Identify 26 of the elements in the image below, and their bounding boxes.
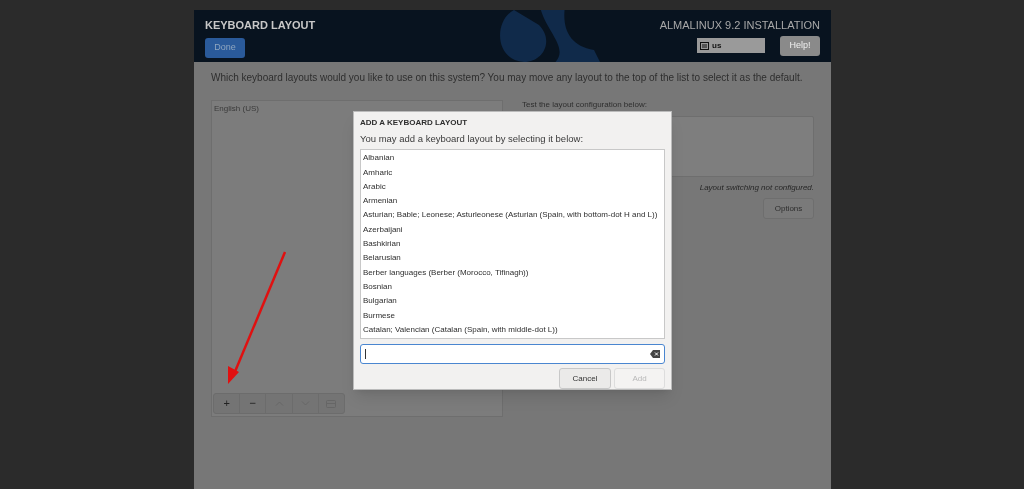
- layout-option[interactable]: Belarusian: [363, 251, 662, 266]
- dialog-title: ADD A KEYBOARD LAYOUT: [360, 117, 469, 129]
- layout-option[interactable]: Asturian; Bable; Leonese; Asturleonese (Asturian (Spain, with bottom-dot H and L)): [363, 208, 662, 223]
- layout-option[interactable]: Bulgarian: [363, 294, 662, 309]
- test-label: Test the layout configuration below:: [522, 100, 648, 110]
- layout-option[interactable]: Armenian: [363, 194, 662, 209]
- layout-option[interactable]: Burmese: [363, 308, 662, 323]
- layout-option[interactable]: Bashkirian: [363, 237, 662, 252]
- layout-option[interactable]: Azerbaijani: [363, 222, 662, 238]
- layout-option[interactable]: Arabic: [363, 179, 662, 195]
- screen-title: KEYBOARD LAYOUT: [205, 18, 316, 33]
- layout-code: us: [712, 39, 722, 52]
- layout-option[interactable]: Catalan; Valencian (Catalan (Spain, with middle-dot L)): [363, 322, 662, 338]
- layout-option[interactable]: Bosnian: [363, 279, 662, 295]
- keyboard-icon: [700, 41, 709, 50]
- keyboard-layout-indicator[interactable]: us: [697, 38, 765, 53]
- layout-option[interactable]: Amharic: [363, 165, 662, 180]
- search-field[interactable]: [360, 344, 665, 364]
- layout-option[interactable]: Albanian: [363, 151, 662, 166]
- instruction-text: Which keyboard layouts would you like to use on this system? You may move any layout to the top of the list to select it as the default.: [211, 71, 804, 85]
- switching-note: Layout switching not configured.: [699, 182, 814, 194]
- clear-icon[interactable]: [650, 350, 660, 359]
- cancel-button[interactable]: Cancel: [559, 368, 611, 389]
- dialog-subtitle: You may add a keyboard layout by selecting it below:: [360, 132, 585, 146]
- layout-option[interactable]: Berber languages (Berber (Morocco, Tifinagh)): [363, 265, 662, 280]
- product-title: ALMALINUX 9.2 INSTALLATION: [659, 18, 820, 33]
